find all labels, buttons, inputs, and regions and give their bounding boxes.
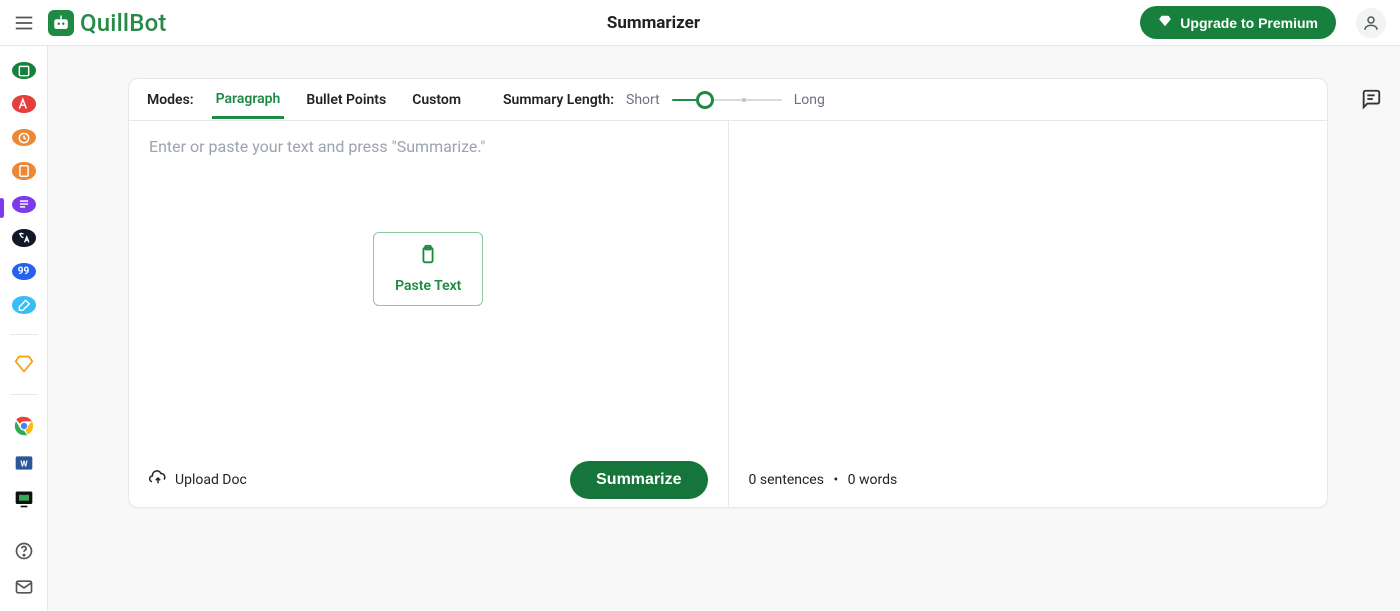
sidebar-item-extensions[interactable] [12,296,36,313]
input-area[interactable]: Enter or paste your text and press "Summ… [129,121,728,453]
sidebar-item-macos[interactable] [12,489,36,509]
logo-mark-icon [48,10,74,36]
output-pane: 0 sentences • 0 words [728,121,1328,507]
input-footer: Upload Doc Summarize [129,453,728,507]
paste-text-label: Paste Text [395,278,461,294]
tab-custom[interactable]: Custom [408,82,465,117]
tab-paragraph[interactable]: Paragraph [212,81,285,119]
words-label: words [859,472,897,488]
svg-text:W: W [20,459,28,469]
clipboard-icon [417,244,439,270]
left-sidebar: 99 W [0,46,48,611]
sentences-label: sentences [760,472,824,488]
sentences-count: 0 [749,472,757,488]
sidebar-item-citation[interactable]: 99 [12,263,36,280]
upload-icon [149,469,167,491]
top-bar: QuillBot Summarizer Upgrade to Premium [0,0,1400,46]
sidebar-item-grammar[interactable] [12,95,36,112]
upgrade-button[interactable]: Upgrade to Premium [1140,6,1336,39]
summarizer-card: Modes: Paragraph Bullet Points Custom Su… [128,78,1328,508]
length-slider[interactable] [672,93,782,107]
feedback-icon[interactable] [1360,88,1382,114]
modes-label: Modes: [147,92,194,108]
long-label: Long [794,92,825,108]
page-title: Summarizer [177,13,1131,33]
sidebar-item-cowriter[interactable] [12,162,36,179]
content: 99 W Modes: [0,46,1400,611]
sidebar-item-summarizer[interactable] [12,196,36,213]
help-icon[interactable] [12,541,36,561]
sidebar-item-chrome[interactable] [12,415,36,437]
output-stats: 0 sentences • 0 words [749,472,898,488]
divider [10,334,38,335]
card-header: Modes: Paragraph Bullet Points Custom Su… [129,79,1327,121]
slider-thumb-icon[interactable] [696,91,714,109]
input-pane: Enter or paste your text and press "Summ… [129,121,728,507]
sidebar-item-premium[interactable] [12,354,36,374]
sidebar-item-plagiarism[interactable] [12,129,36,146]
logo-text: QuillBot [80,9,167,37]
summary-length-control: Summary Length: Short Long [503,92,825,108]
words-count: 0 [848,472,856,488]
mail-icon[interactable] [12,577,36,597]
account-icon[interactable] [1356,8,1386,38]
upgrade-label: Upgrade to Premium [1180,15,1318,31]
work-area: Modes: Paragraph Bullet Points Custom Su… [48,46,1400,611]
summary-length-label: Summary Length: [503,92,614,108]
sidebar-item-paraphraser[interactable] [12,62,36,79]
paste-text-button[interactable]: Paste Text [373,232,483,306]
divider [10,394,38,395]
sidebar-item-translator[interactable] [12,229,36,246]
output-footer: 0 sentences • 0 words [729,453,1328,507]
menu-icon[interactable] [10,9,38,37]
active-indicator [0,198,4,218]
upload-doc-label: Upload Doc [175,472,247,488]
sidebar-item-word[interactable]: W [12,453,36,473]
card-body: Enter or paste your text and press "Summ… [129,121,1327,507]
short-label: Short [626,92,660,108]
diamond-icon [1158,14,1172,31]
input-placeholder: Enter or paste your text and press "Summ… [149,137,708,156]
upload-doc-button[interactable]: Upload Doc [149,469,247,491]
output-area [729,121,1328,453]
summarize-button[interactable]: Summarize [570,461,707,499]
logo[interactable]: QuillBot [48,9,167,37]
tab-bullet-points[interactable]: Bullet Points [302,82,390,117]
